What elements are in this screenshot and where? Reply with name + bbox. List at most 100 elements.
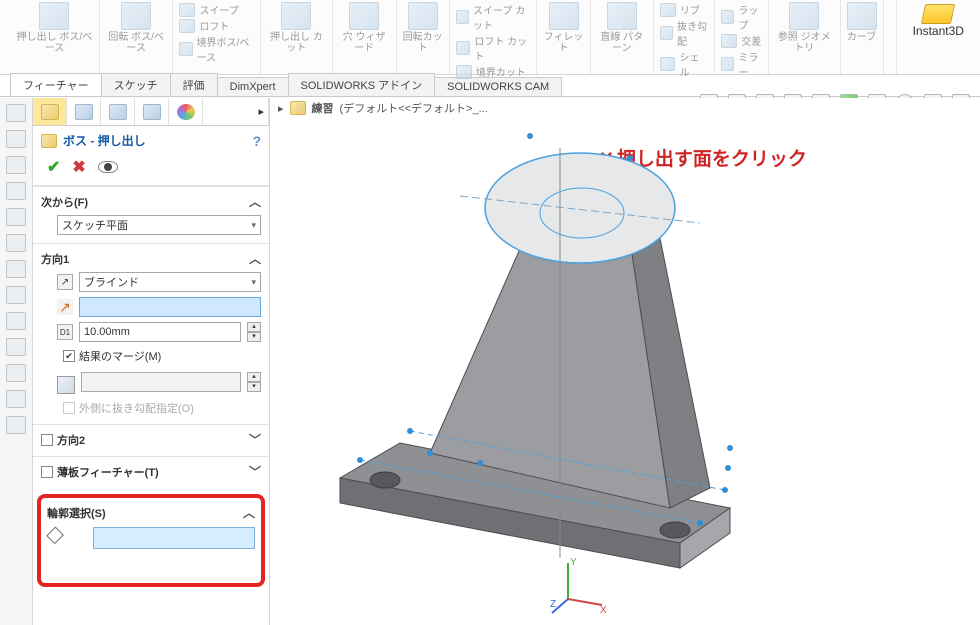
model-svg bbox=[280, 108, 940, 608]
draft-button-icon[interactable] bbox=[57, 376, 75, 394]
shell-button[interactable]: シェル bbox=[660, 49, 708, 79]
rib-icon bbox=[660, 3, 676, 17]
draft-angle-input[interactable] bbox=[81, 372, 241, 392]
tab-swcam[interactable]: SOLIDWORKS CAM bbox=[434, 77, 562, 96]
from-label: 次から(F) bbox=[41, 194, 88, 210]
extrude-cut-label: 押し出し カット bbox=[267, 32, 326, 54]
draft-spinner[interactable]: ▴▾ bbox=[247, 372, 261, 392]
rg-curves[interactable]: カーブ bbox=[841, 0, 884, 74]
depth-spinner[interactable]: ▴▾ bbox=[247, 322, 261, 342]
rg-refgeom[interactable]: 参照 ジオメトリ bbox=[769, 0, 841, 74]
merge-checkbox[interactable]: ✔ bbox=[63, 350, 75, 362]
sweep-cut-icon bbox=[456, 10, 469, 24]
lt-icon-5[interactable] bbox=[6, 208, 26, 226]
graphics-viewport[interactable]: ▸ 練習 (デフォルト<<デフォルト>_... × 押し出す面をクリック bbox=[270, 98, 980, 625]
chevron-up-icon[interactable]: ︿ bbox=[243, 504, 255, 521]
tab-sketch[interactable]: スケッチ bbox=[101, 73, 171, 96]
rg-revolve-cut[interactable]: 回転カット bbox=[397, 0, 450, 74]
contour-select-slot[interactable] bbox=[93, 527, 255, 549]
rib-button[interactable]: リブ bbox=[660, 2, 708, 17]
feature-title: ボス - 押し出し bbox=[63, 132, 146, 149]
ptab-dimxpert[interactable] bbox=[135, 98, 169, 125]
section-from: 次から(F) ︿ スケッチ平面 ▾ bbox=[33, 186, 269, 243]
lt-icon-1[interactable] bbox=[6, 104, 26, 122]
sweep-icon bbox=[179, 3, 195, 17]
instant3d-button[interactable]: Instant3D bbox=[897, 0, 980, 74]
rg-extrude-cut[interactable]: 押し出し カット bbox=[261, 0, 333, 74]
rg-cut-stack: スイープ カット ロフト カット 境界カット bbox=[450, 0, 537, 74]
help-icon[interactable]: ? bbox=[252, 133, 261, 149]
loft-cut-button[interactable]: ロフト カット bbox=[456, 33, 530, 63]
direction-vector-slot[interactable] bbox=[79, 297, 261, 317]
cancel-button[interactable]: ✖ bbox=[72, 157, 85, 177]
ptab-feature[interactable] bbox=[33, 98, 67, 125]
rg-wrap-int-mirror: ラップ 交差 ミラー bbox=[715, 0, 768, 74]
lt-icon-11[interactable] bbox=[6, 364, 26, 382]
from-select[interactable]: スケッチ平面 ▾ bbox=[57, 215, 261, 235]
lt-icon-10[interactable] bbox=[6, 338, 26, 356]
instant3d-label: Instant3D bbox=[913, 24, 964, 38]
end-condition-select[interactable]: ブラインド▾ bbox=[79, 272, 261, 292]
preview-toggle[interactable] bbox=[98, 161, 118, 173]
dir2-label: 方向2 bbox=[57, 432, 85, 448]
loft-cut-icon bbox=[456, 41, 470, 55]
chevron-down-icon: ▾ bbox=[251, 220, 256, 231]
section-direction1: 方向1︿ ↗ ブラインド▾ ↗ D1 10.00mm ▴▾ ✔結果のマージ(M)… bbox=[33, 243, 269, 424]
ptab-property[interactable] bbox=[67, 98, 101, 125]
loft-button[interactable]: ロフト bbox=[179, 18, 254, 33]
thin-checkbox[interactable] bbox=[41, 466, 53, 478]
lt-icon-13[interactable] bbox=[6, 416, 26, 434]
lt-icon-6[interactable] bbox=[6, 234, 26, 252]
depth-input[interactable]: 10.00mm bbox=[79, 322, 241, 342]
ok-button[interactable]: ✔ bbox=[47, 157, 60, 177]
lt-icon-8[interactable] bbox=[6, 286, 26, 304]
lt-icon-4[interactable] bbox=[6, 182, 26, 200]
lt-icon-3[interactable] bbox=[6, 156, 26, 174]
rg-hole-wizard[interactable]: 穴 ウィザード bbox=[333, 0, 397, 74]
rg-extrude-boss[interactable]: 押し出し ボス/ベース bbox=[10, 0, 100, 74]
mirror-button[interactable]: ミラー bbox=[721, 49, 761, 79]
depth-value: 10.00mm bbox=[84, 326, 130, 338]
section-thin[interactable]: 薄板フィーチャー(T)﹀ bbox=[33, 456, 269, 488]
from-value: スケッチ平面 bbox=[62, 217, 128, 233]
ptab-display[interactable] bbox=[169, 98, 203, 125]
tab-swaddins[interactable]: SOLIDWORKS アドイン bbox=[288, 73, 436, 96]
chevron-down-icon[interactable]: ﹀ bbox=[249, 431, 261, 448]
tab-evaluate[interactable]: 評価 bbox=[170, 73, 218, 96]
merge-checkbox-row[interactable]: ✔結果のマージ(M) bbox=[63, 348, 261, 364]
lt-icon-7[interactable] bbox=[6, 260, 26, 278]
direction-vector-icon[interactable]: ↗ bbox=[57, 299, 73, 315]
boundary-boss-button[interactable]: 境界ボス/ベース bbox=[179, 34, 254, 64]
draft-button[interactable]: 抜き勾配 bbox=[660, 18, 708, 48]
extrude-feature-icon bbox=[41, 134, 57, 148]
tab-features[interactable]: フィーチャー bbox=[10, 73, 102, 96]
feature-title-row: ボス - 押し出し ? bbox=[33, 126, 269, 155]
triad-z: Z bbox=[550, 599, 556, 610]
dir2-checkbox[interactable] bbox=[41, 434, 53, 446]
chevron-up-icon[interactable]: ︿ bbox=[249, 193, 261, 210]
tab-dimxpert[interactable]: DimXpert bbox=[217, 77, 289, 96]
mirror-label: ミラー bbox=[738, 49, 761, 79]
rg-linear-pattern[interactable]: 直線 パターン bbox=[591, 0, 654, 74]
rg-revolve-boss[interactable]: 回転 ボス/ベース bbox=[100, 0, 174, 74]
ptab-more[interactable]: ▸ bbox=[203, 98, 269, 125]
reverse-direction-button[interactable]: ↗ bbox=[57, 274, 73, 290]
rg-fillet[interactable]: フィレット bbox=[537, 0, 590, 74]
ptab-config[interactable] bbox=[101, 98, 135, 125]
intersect-button[interactable]: 交差 bbox=[721, 33, 761, 48]
chevron-down-icon[interactable]: ﹀ bbox=[249, 463, 261, 480]
hole-wizard-icon bbox=[349, 2, 379, 30]
view-triad[interactable]: Y X Z bbox=[550, 557, 610, 617]
lt-icon-12[interactable] bbox=[6, 390, 26, 408]
chevron-up-icon[interactable]: ︿ bbox=[249, 250, 261, 267]
sweep-button[interactable]: スイープ bbox=[179, 2, 254, 17]
ribbon: 押し出し ボス/ベース 回転 ボス/ベース スイープ ロフト 境界ボス/ベース … bbox=[0, 0, 980, 75]
draft-label: 抜き勾配 bbox=[677, 18, 708, 48]
boundary-cut-icon bbox=[456, 65, 472, 79]
sweep-cut-button[interactable]: スイープ カット bbox=[456, 2, 530, 32]
feature-tree-icon bbox=[41, 104, 59, 120]
wrap-button[interactable]: ラップ bbox=[721, 2, 761, 32]
lt-icon-2[interactable] bbox=[6, 130, 26, 148]
section-direction2[interactable]: 方向2 ﹀ bbox=[33, 424, 269, 456]
lt-icon-9[interactable] bbox=[6, 312, 26, 330]
